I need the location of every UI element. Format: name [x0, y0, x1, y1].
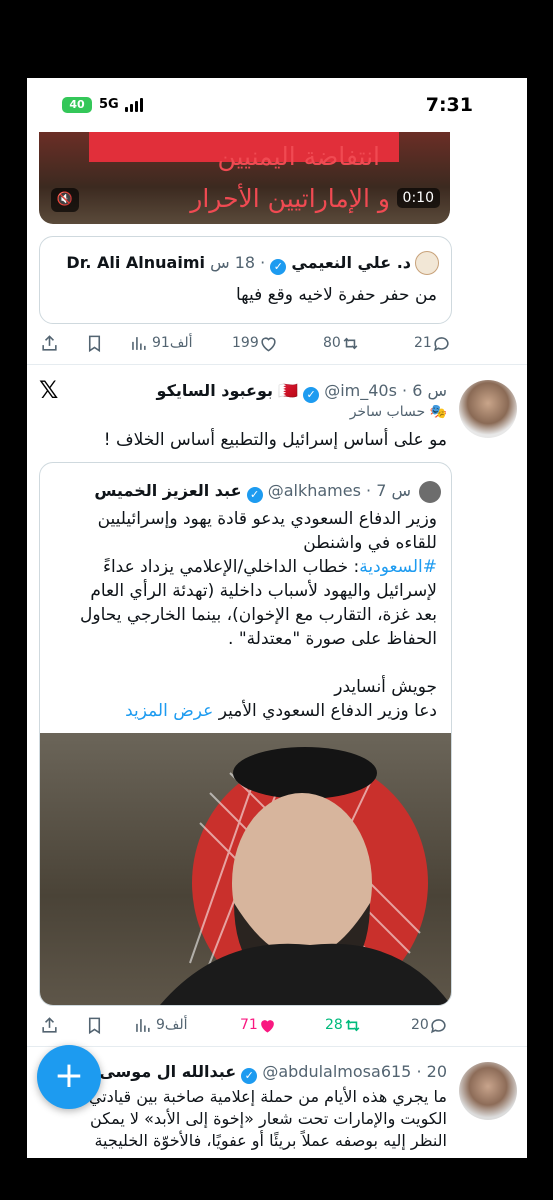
quoted-text: وزير الدفاع السعودي يدعو قادة يهود وإسرا… [47, 507, 437, 723]
verified-icon: ✓ [303, 387, 320, 403]
author-name: عبدالله ال موسى [99, 1062, 237, 1081]
quoted-text: من حفر حفرة لاخيه وقع فيها [235, 285, 437, 305]
avatar[interactable] [459, 380, 517, 438]
retweet-count: 80 [323, 335, 341, 351]
tweet-time: 7 س [376, 481, 411, 500]
tweet-time: 6 س [412, 381, 447, 400]
author-name: بوعبود السايكو [156, 381, 273, 400]
tweet-time: 18 س [210, 253, 256, 272]
status-bar: 40 5G 7:31 [27, 78, 527, 132]
signal-icon [125, 98, 149, 112]
portrait-image [160, 747, 451, 1005]
author-handle: @im_40s [324, 381, 397, 400]
verified-icon: ✓ [246, 487, 263, 503]
quoted-author-header: عبد العزيز الخميس ✓ @alkhames · 7 س [94, 481, 411, 503]
author-name-ar: د. علي النعيمي [291, 253, 411, 272]
parody-label: حساب ساخر [349, 404, 426, 420]
views-icon [132, 336, 146, 350]
x-logo-icon[interactable]: 𝕏 [39, 376, 58, 404]
like-button[interactable]: 199 [228, 329, 278, 357]
network-label: 5G [99, 97, 119, 112]
tweet-actions: 91ألف 199 80 21 [27, 329, 462, 357]
reply-icon [430, 1018, 446, 1033]
flag-icon: 🇧🇭 [278, 381, 298, 400]
reply-icon [433, 336, 449, 351]
author-handle: @alkhames [267, 481, 361, 500]
reply-button[interactable]: 21 [410, 329, 451, 357]
bookmark-icon[interactable] [85, 1011, 104, 1039]
quoted-photo[interactable] [40, 733, 451, 1005]
views-count: 91ألف [152, 335, 193, 351]
like-button[interactable]: 71 [236, 1011, 277, 1039]
like-count: 71 [240, 1017, 258, 1033]
views-count: 9ألف [156, 1017, 188, 1033]
tweet-author-header: عبدالله ال موسى ✓ @abdulalmosa615 · 20 [99, 1062, 447, 1084]
heart-icon [260, 1019, 274, 1033]
author-name: عبد العزيز الخميس [94, 481, 242, 500]
phone-screen: 40 5G 7:31 انتفاضة اليمنيين و الإماراتيي… [27, 78, 527, 1158]
quote-para4: دعا وزير الدفاع السعودي الأمير [213, 701, 437, 721]
heart-icon [261, 336, 276, 352]
author-handle: @abdulalmosa615 [262, 1062, 412, 1081]
battery-icon: 40 [62, 97, 92, 113]
avatar[interactable] [415, 251, 439, 275]
views-stat[interactable]: 9ألف [133, 1011, 188, 1039]
mute-icon[interactable]: 🔇 [51, 188, 79, 212]
bookmark-icon[interactable] [85, 329, 104, 357]
account-label: 🎭 حساب ساخر [350, 404, 447, 420]
retweet-button[interactable]: 80 [319, 329, 360, 357]
hashtag-link[interactable]: #السعودية [359, 557, 437, 577]
quoted-tweet[interactable]: عبد العزيز الخميس ✓ @alkhames · 7 س وزير… [39, 462, 452, 1006]
show-more-link[interactable]: عرض المزيد [125, 701, 213, 721]
quoted-author-header: Dr. Ali Alnuaimi د. علي النعيمي ✓ · 18 س [66, 253, 411, 275]
tweet-text: مو على أساس إسرائيل والتطبيع أساس الخلاف… [103, 430, 447, 450]
mask-icon: 🎭 [429, 404, 447, 420]
views-icon [136, 1018, 150, 1032]
quote-para3: جويش أنسايدر [334, 677, 437, 697]
retweet-count: 28 [325, 1017, 343, 1033]
retweet-icon [345, 1019, 360, 1031]
tweet-actions: 9ألف 71 28 20 [27, 1011, 462, 1039]
quoted-tweet[interactable]: Dr. Ali Alnuaimi د. علي النعيمي ✓ · 18 س… [39, 236, 452, 324]
tweet-author-header: بوعبود السايكو 🇧🇭 ✓ @im_40s · 6 س [156, 381, 447, 403]
tweet-text: ما يجري هذه الأيام من حملة إعلامية صاخبة… [88, 1087, 447, 1150]
video-caption-line1: انتفاضة اليمنيين [217, 142, 380, 171]
avatar[interactable] [459, 1062, 517, 1120]
views-stat[interactable]: 91ألف [129, 329, 192, 357]
clock: 7:31 [425, 94, 473, 116]
retweet-button[interactable]: 28 [321, 1011, 362, 1039]
verified-icon: ✓ [241, 1068, 258, 1084]
reply-button[interactable]: 20 [407, 1011, 448, 1039]
video-duration: 0:10 [396, 188, 440, 208]
verified-icon: ✓ [270, 259, 287, 275]
video-player[interactable]: انتفاضة اليمنيين و الإماراتيين الأحرار 🔇… [39, 132, 450, 224]
video-caption-line2: و الإماراتيين الأحرار [190, 184, 390, 213]
divider [27, 1046, 527, 1047]
reply-count: 20 [411, 1017, 429, 1033]
avatar[interactable] [419, 481, 441, 503]
share-icon[interactable] [40, 329, 59, 357]
share-icon[interactable] [40, 1011, 59, 1039]
author-name-en: Dr. Ali Alnuaimi [66, 253, 205, 272]
quote-para1: وزير الدفاع السعودي يدعو قادة يهود وإسرا… [97, 509, 437, 553]
divider [27, 364, 527, 365]
like-count: 199 [232, 335, 259, 351]
tweet-time: 20 [426, 1062, 447, 1081]
retweet-icon [343, 337, 358, 349]
compose-button[interactable]: + [37, 1045, 101, 1109]
reply-count: 21 [414, 335, 432, 351]
